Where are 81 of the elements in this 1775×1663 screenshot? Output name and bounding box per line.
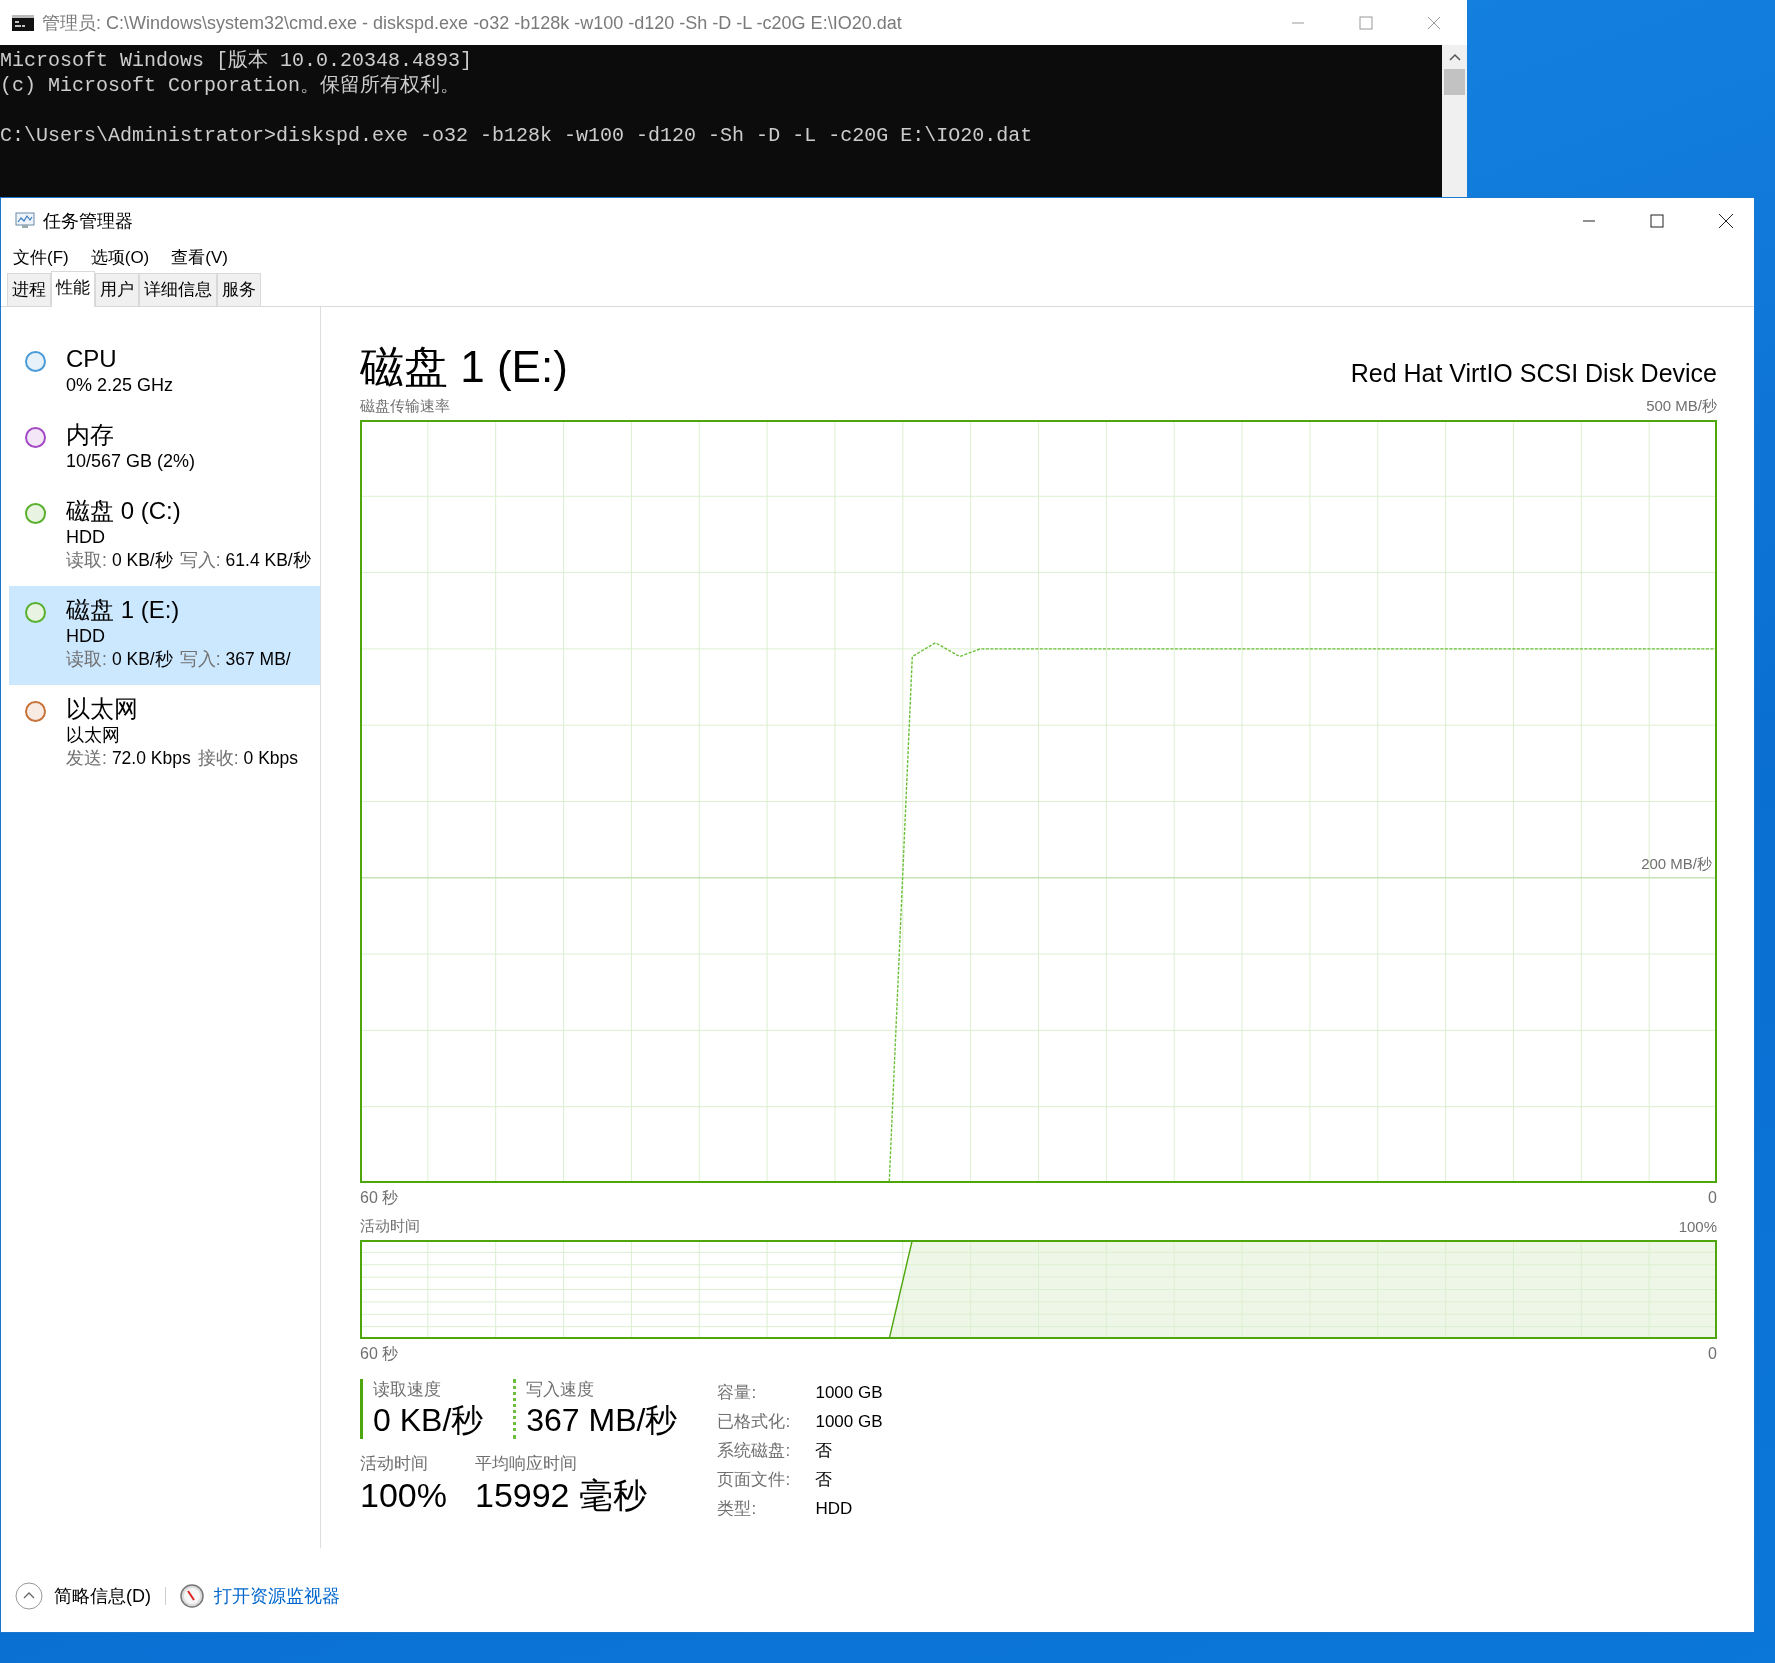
sidebar-item[interactable]: 以太网 以太网 发送: 72.0 Kbps 接收: 0 Kbps — [9, 685, 320, 784]
tab[interactable]: 服务 — [217, 273, 261, 306]
detail-value: 61.4 KB/秒 — [225, 549, 311, 572]
summary-button[interactable]: 简略信息(D) — [15, 1582, 151, 1610]
menu-item[interactable]: 文件(F) — [13, 246, 69, 269]
stat-value: 100% — [360, 1475, 447, 1515]
item-title: 内存 — [66, 420, 115, 450]
item-title: 磁盘 0 (C:) — [66, 496, 182, 526]
stat-value: 367 MB/秒 — [526, 1401, 678, 1439]
detail-value: 0 Kbps — [243, 747, 299, 770]
detail-value: 367 MB/ — [225, 648, 291, 671]
scrollbar[interactable] — [1442, 45, 1467, 197]
graph-title: 磁盘传输速率 — [360, 396, 450, 416]
window-title: 任务管理器 — [43, 209, 133, 233]
stat-value: 0 KB/秒 — [373, 1401, 484, 1439]
panel-title: 磁盘 1 (E:) — [360, 341, 568, 393]
console-line: Microsoft Windows [版本 10.0.20348.4893] — [0, 48, 474, 73]
scroll-up-icon[interactable] — [1448, 53, 1461, 61]
detail-label: 写入: — [179, 648, 221, 671]
time-label: 0 — [1708, 1189, 1717, 1207]
maximize-icon[interactable] — [1650, 213, 1664, 228]
stat-label: 平均响应时间 — [474, 1453, 578, 1475]
close-icon[interactable] — [1718, 212, 1734, 229]
property-label: 类型: — [717, 1498, 758, 1520]
property-label: 系统磁盘: — [717, 1440, 792, 1462]
scrollbar-thumb[interactable] — [1444, 69, 1465, 95]
item-subtitle: 以太网 — [66, 724, 121, 747]
maximize-icon[interactable] — [1359, 15, 1373, 30]
stat-label: 写入速度 — [526, 1379, 596, 1401]
detail-label: 接收: — [197, 747, 239, 770]
chevron-up-icon — [15, 1582, 43, 1610]
sidebar-item[interactable]: CPU 0% 2.25 GHz — [9, 335, 320, 411]
property-value: 否 — [815, 1440, 834, 1462]
detail-label: 写入: — [179, 549, 221, 572]
property-value: HDD — [815, 1498, 854, 1520]
tab[interactable]: 进程 — [7, 273, 51, 306]
menu-item[interactable]: 查看(V) — [171, 246, 228, 269]
console-line: (c) Microsoft Corporation。保留所有权利。 — [0, 73, 462, 98]
graph-title: 活动时间 — [360, 1216, 420, 1236]
sidebar-item[interactable]: 磁盘 0 (C:) HDD 读取: 0 KB/秒 写入: 61.4 KB/秒 — [9, 487, 320, 586]
item-subtitle: 0% 2.25 GHz — [66, 374, 174, 397]
detail-value: 0 KB/秒 — [111, 549, 173, 572]
property-label: 已格式化: — [717, 1411, 792, 1433]
stat-label: 读取速度 — [373, 1379, 442, 1401]
detail-label: 读取: — [66, 648, 107, 671]
property-value: 1000 GB — [815, 1411, 883, 1433]
scale-label: 500 MB/秒 — [1646, 396, 1717, 416]
detail-value: 0 KB/秒 — [111, 648, 173, 671]
property-label: 容量: — [717, 1382, 758, 1404]
scale-label: 100% — [1678, 1217, 1717, 1235]
gauge-icon — [180, 1584, 204, 1608]
tab[interactable]: 用户 — [95, 273, 139, 306]
stat-label: 活动时间 — [360, 1453, 429, 1475]
stat-value: 15992 毫秒 — [474, 1475, 647, 1515]
detail-label: 读取: — [66, 549, 107, 572]
monitor-chart-icon — [15, 211, 35, 230]
item-subtitle: 10/567 GB (2%) — [66, 450, 196, 473]
detail-value: 72.0 Kbps — [111, 747, 191, 770]
scale-label: 200 MB/秒 — [1641, 854, 1712, 874]
console-icon — [12, 14, 34, 31]
property-value: 否 — [815, 1469, 834, 1491]
time-label: 0 — [1708, 1345, 1717, 1363]
device-name: Red Hat VirtIO SCSI Disk Device — [1350, 358, 1717, 389]
resource-monitor-link[interactable]: 打开资源监视器 — [214, 1584, 340, 1608]
time-label: 60 秒 — [360, 1343, 399, 1364]
item-subtitle: HDD — [66, 526, 106, 549]
menu-item[interactable]: 选项(O) — [90, 246, 150, 269]
tab[interactable]: 性能 — [51, 271, 95, 307]
property-label: 页面文件: — [717, 1469, 792, 1491]
detail-label: 发送: — [66, 747, 107, 770]
item-title: 磁盘 1 (E:) — [66, 595, 181, 625]
time-label: 60 秒 — [360, 1187, 399, 1208]
item-title: 以太网 — [66, 694, 139, 724]
window-title: 管理员: C:\Windows\system32\cmd.exe - diskspd.exe -o32 -b128k -w100 -d120 -Sh -D -L -c20G E:\IO20.dat — [42, 11, 902, 35]
console-command: C:\Users\Administrator>diskspd.exe -o32 -b128k -w100 -d120 -Sh -D -L -c20G E:\IO20.dat — [0, 123, 1034, 148]
item-title: CPU — [66, 344, 118, 374]
sidebar-item[interactable]: 内存 10/567 GB (2%) — [9, 411, 320, 487]
sidebar-item[interactable]: 磁盘 1 (E:) HDD 读取: 0 KB/秒 写入: 367 MB/ — [9, 586, 320, 685]
item-subtitle: HDD — [66, 625, 106, 648]
property-value: 1000 GB — [815, 1382, 883, 1404]
tab[interactable]: 详细信息 — [139, 273, 217, 306]
